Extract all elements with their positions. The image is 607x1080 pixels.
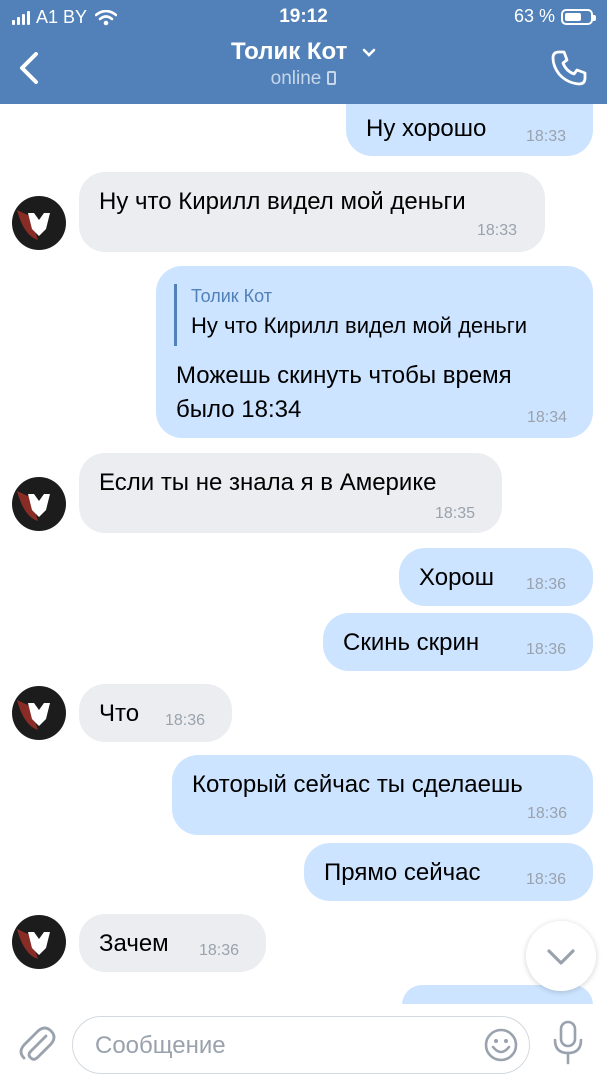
message-bubble-outgoing[interactable]: Который сейчас ты сделаешь 18:36	[172, 755, 593, 835]
composer	[0, 1004, 607, 1080]
message-bubble-incoming[interactable]: Что 18:36	[79, 684, 232, 742]
battery-icon	[561, 8, 596, 25]
attach-button[interactable]	[18, 1022, 56, 1064]
reply-quote[interactable]: Толик Кот Ну что Кирилл видел мой деньги	[174, 284, 527, 346]
contact-name: Толик Кот	[230, 38, 348, 65]
avatar[interactable]	[12, 686, 66, 740]
message-input[interactable]	[93, 1028, 477, 1064]
status-bar: A1 BY 19:12 63 %	[0, 0, 607, 34]
message-bubble-incoming[interactable]: Ну что Кирилл видел мой деньги 18:33	[79, 172, 545, 252]
chat-header: A1 BY 19:12 63 % Толик Кот online	[0, 0, 607, 104]
message-text: Что	[99, 700, 140, 727]
message-time: 18:36	[526, 641, 567, 658]
message-text: Ну что Кирилл видел мой деньги	[99, 188, 466, 215]
message-text: Который сейчас ты сделаешь	[192, 771, 523, 798]
battery-percent: 63 %	[513, 6, 555, 26]
call-button[interactable]	[549, 48, 589, 88]
message-time: 18:36	[199, 942, 240, 959]
message-text: Ну хорошо	[366, 115, 487, 142]
scroll-to-bottom-button[interactable]	[526, 921, 596, 991]
message-time: 18:35	[435, 505, 476, 522]
avatar[interactable]	[12, 196, 66, 250]
message-text: Зачем	[99, 930, 169, 957]
avatar[interactable]	[12, 915, 66, 969]
message-time: 18:34	[527, 409, 568, 426]
smile-icon	[484, 1028, 518, 1062]
avatar-logo-icon	[17, 210, 50, 240]
message-time: 18:36	[527, 805, 568, 822]
message-time: 18:36	[526, 871, 567, 888]
online-status-text: online	[270, 68, 322, 89]
avatar-logo-icon	[17, 491, 50, 521]
message-bubble-outgoing[interactable]: Прямо сейчас 18:36	[304, 843, 593, 901]
message-time: 18:33	[477, 222, 518, 239]
message-bubble-incoming[interactable]: Если ты не знала я в Америке 18:35	[79, 453, 502, 533]
chat-title-area[interactable]: Толик Кот online	[0, 38, 607, 90]
voice-message-button[interactable]	[550, 1020, 586, 1066]
avatar-logo-icon	[17, 929, 50, 959]
message-text-line: было 18:34	[176, 396, 302, 423]
message-text: Скинь скрин	[343, 629, 480, 656]
chevron-down-icon	[547, 949, 575, 965]
mobile-phone-icon	[327, 71, 337, 85]
emoji-button[interactable]	[483, 1027, 519, 1063]
message-time: 18:36	[165, 712, 206, 729]
message-text: Хорош	[419, 564, 495, 591]
avatar-logo-icon	[17, 700, 50, 730]
paperclip-icon	[19, 1026, 56, 1061]
message-text: Прямо сейчас	[324, 859, 481, 886]
message-time: 18:36	[526, 576, 567, 593]
message-text-line: Можешь скинуть чтобы время	[176, 362, 512, 389]
online-status: online	[0, 68, 607, 90]
message-bubble-outgoing[interactable]: Хорош 18:36	[399, 548, 593, 606]
microphone-icon	[553, 1020, 583, 1065]
reply-author: Толик Кот	[191, 286, 272, 306]
message-bubble-outgoing[interactable]: Ну хорошо 18:33	[346, 104, 593, 156]
chat-title[interactable]: Толик Кот	[0, 38, 607, 66]
chevron-down-icon	[362, 48, 376, 57]
message-list[interactable]: Ну хорошо 18:33 Ну что Кирилл видел мой …	[0, 104, 607, 1004]
message-bubble-incoming[interactable]: Зачем 18:36	[79, 914, 266, 972]
message-text: Если ты не знала я в Америке	[99, 469, 437, 496]
message-field[interactable]	[72, 1016, 530, 1074]
battery-group: 63 %	[513, 6, 596, 27]
avatar[interactable]	[12, 477, 66, 531]
message-bubble-outgoing[interactable]: Скинь скрин 18:36	[323, 613, 593, 671]
message-time: 18:33	[526, 128, 567, 145]
phone-call-icon	[551, 50, 587, 86]
reply-text: Ну что Кирилл видел мой деньги	[191, 313, 528, 338]
message-bubble-outgoing[interactable]: Толик Кот Ну что Кирилл видел мой деньги…	[156, 266, 593, 438]
